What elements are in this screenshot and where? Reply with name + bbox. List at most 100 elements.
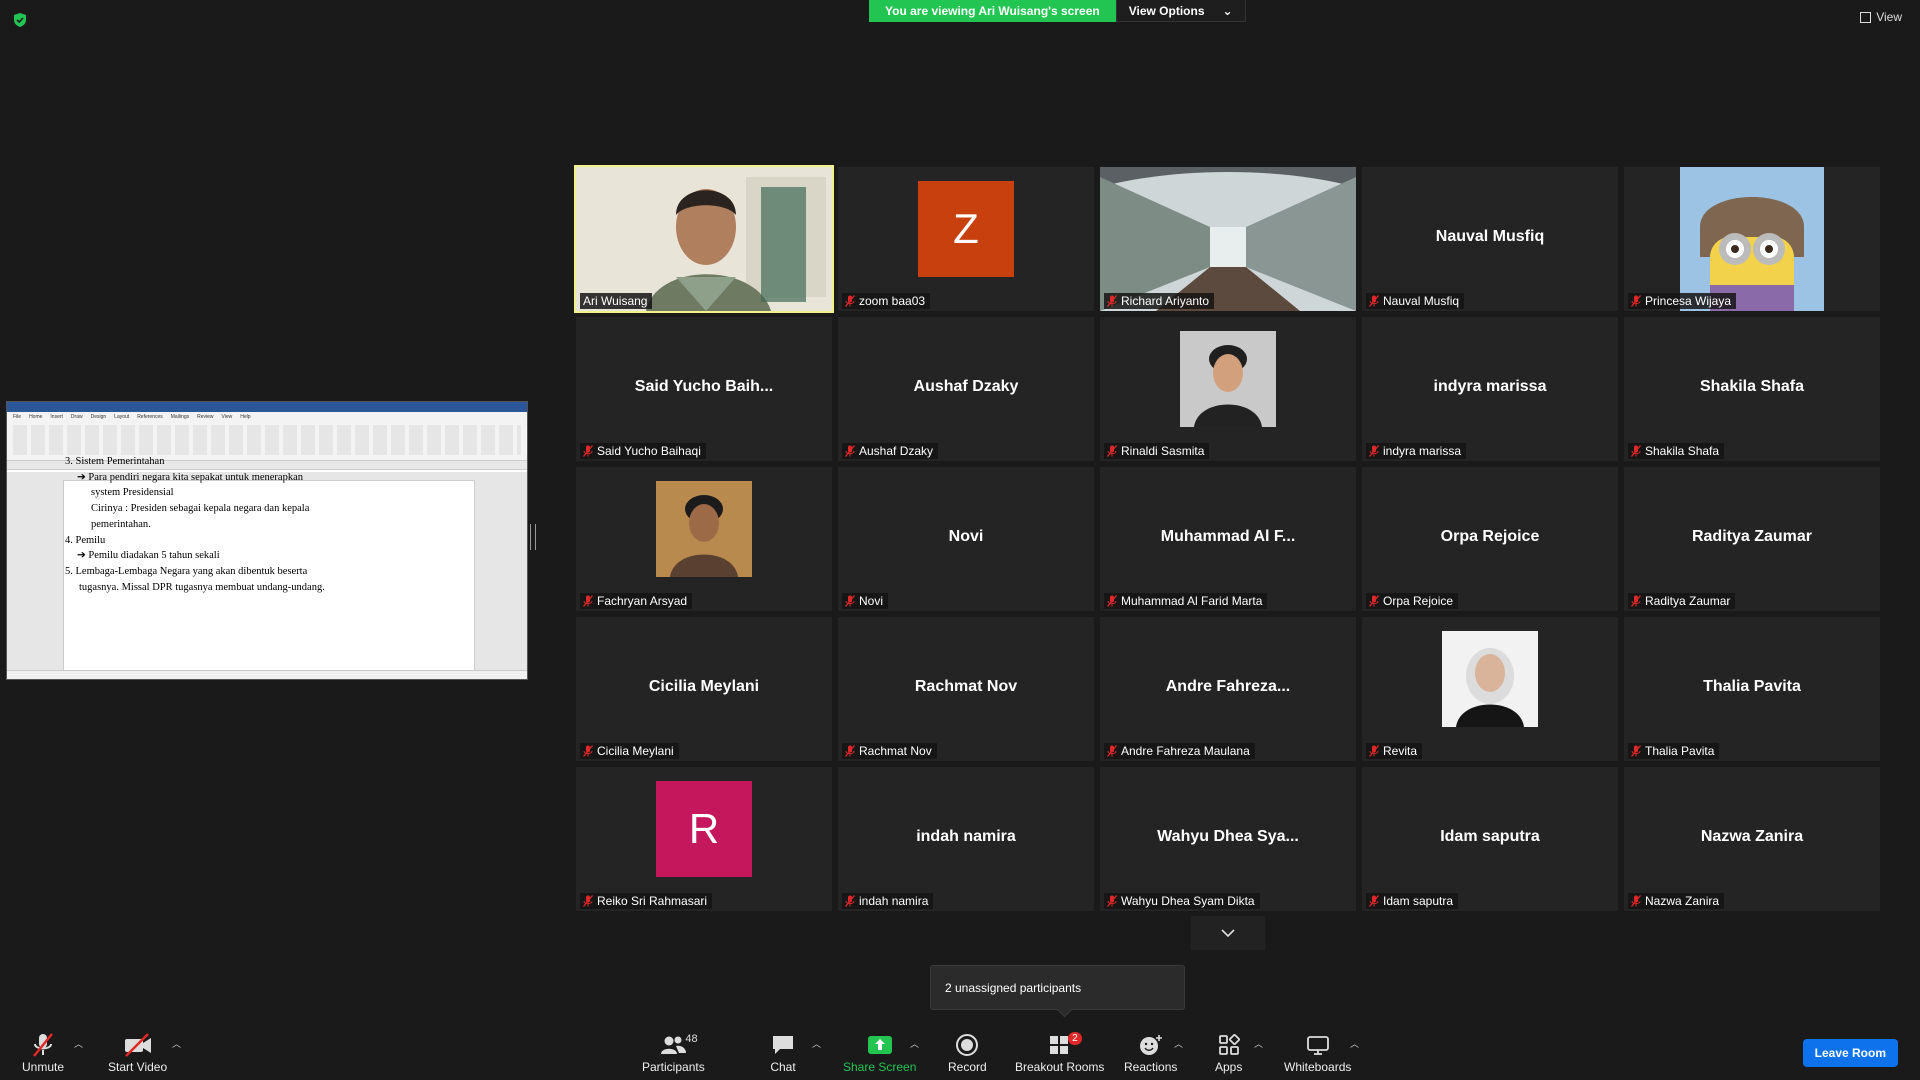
- screen-share-banner: You are viewing Ari Wuisang's screen Vie…: [869, 0, 1246, 22]
- ribbon-tools: [13, 425, 521, 455]
- muted-microphone-icon: [582, 445, 594, 457]
- participant-tile[interactable]: Wahyu Dhea Sya... Wahyu Dhea Syam Dikta: [1100, 767, 1356, 911]
- participant-name-label: Reiko Sri Rahmasari: [580, 893, 713, 909]
- chat-options-caret[interactable]: ︿: [812, 1037, 821, 1050]
- participant-tile[interactable]: indah namira indah namira: [838, 767, 1094, 911]
- view-label: View: [1876, 10, 1902, 24]
- participant-name-label: Said Yucho Baihaqi: [580, 443, 706, 459]
- participant-tile[interactable]: Rachmat Nov Rachmat Nov: [838, 617, 1094, 761]
- participant-tile[interactable]: indyra marissa indyra marissa: [1362, 317, 1618, 461]
- participant-display-name: Andre Fahreza...: [1165, 678, 1291, 696]
- participant-name-label: Shakila Shafa: [1628, 443, 1725, 459]
- participant-video: [576, 167, 832, 311]
- leave-room-button[interactable]: Leave Room: [1802, 1039, 1898, 1067]
- participant-name-label: Revita: [1366, 743, 1423, 759]
- participant-display-name: Thalia Pavita: [1703, 678, 1801, 696]
- participant-tile[interactable]: Shakila Shafa Shakila Shafa: [1624, 317, 1880, 461]
- participant-initial-avatar: R: [656, 781, 752, 877]
- breakout-rooms-badge: 2: [1068, 1032, 1082, 1045]
- apps-icon: [1217, 1030, 1241, 1060]
- participant-name-label: Cicilia Meylani: [580, 743, 679, 759]
- participant-name: Richard Ariyanto: [1121, 294, 1210, 308]
- share-screen-button[interactable]: Share Screen: [843, 1030, 916, 1074]
- participant-tile[interactable]: Revita: [1362, 617, 1618, 761]
- participant-name: Nauval Musfiq: [1383, 294, 1460, 308]
- whiteboards-options-caret[interactable]: ︿: [1350, 1037, 1359, 1050]
- participant-tile[interactable]: Richard Ariyanto: [1100, 167, 1356, 311]
- participant-name: Revita: [1383, 744, 1418, 758]
- participant-tile[interactable]: R Reiko Sri Rahmasari: [576, 767, 832, 911]
- share-screen-label: Share Screen: [843, 1060, 917, 1074]
- participant-display-name: indah namira: [916, 828, 1016, 846]
- participant-name-label: Richard Ariyanto: [1104, 293, 1215, 309]
- video-options-caret[interactable]: ︿: [172, 1037, 181, 1050]
- participant-name-label: Andre Fahreza Maulana: [1104, 743, 1255, 759]
- participant-tile[interactable]: Thalia Pavita Thalia Pavita: [1624, 617, 1880, 761]
- participant-tile[interactable]: Nazwa Zanira Nazwa Zanira: [1624, 767, 1880, 911]
- muted-microphone-icon: [1106, 295, 1118, 307]
- gallery-next-page-button[interactable]: [1191, 916, 1265, 950]
- reactions-button[interactable]: Reactions: [1124, 1030, 1177, 1074]
- audio-options-caret[interactable]: ︿: [74, 1037, 83, 1050]
- participant-name-label: Wahyu Dhea Syam Dikta: [1104, 893, 1260, 909]
- unmute-button[interactable]: Unmute: [22, 1030, 64, 1074]
- chevron-down-icon: ⌄: [1222, 4, 1233, 18]
- reactions-options-caret[interactable]: ︿: [1174, 1037, 1183, 1050]
- participant-tile[interactable]: Orpa Rejoice Orpa Rejoice: [1362, 467, 1618, 611]
- encryption-shield-icon[interactable]: [12, 12, 28, 28]
- participant-name: Cicilia Meylani: [597, 744, 674, 758]
- participant-name-label: Raditya Zaumar: [1628, 593, 1736, 609]
- participant-name-label: Muhammad Al Farid Marta: [1104, 593, 1268, 609]
- participant-tile[interactable]: Said Yucho Baih... Said Yucho Baihaqi: [576, 317, 832, 461]
- participant-name-label: Rinaldi Sasmita: [1104, 443, 1210, 459]
- participant-tile[interactable]: Fachryan Arsyad: [576, 467, 832, 611]
- participant-name-label: Aushaf Dzaky: [842, 443, 939, 459]
- participants-button[interactable]: 48 Participants: [642, 1030, 705, 1074]
- participant-tile[interactable]: Rinaldi Sasmita: [1100, 317, 1356, 461]
- participant-display-name: Nazwa Zanira: [1700, 828, 1804, 846]
- muted-microphone-icon: [1106, 445, 1118, 457]
- participant-tile[interactable]: Raditya Zaumar Raditya Zaumar: [1624, 467, 1880, 611]
- participant-display-name: Orpa Rejoice: [1440, 528, 1540, 546]
- apps-button[interactable]: Apps: [1215, 1030, 1242, 1074]
- participant-display-name: Rachmat Nov: [914, 678, 1018, 696]
- participant-tile[interactable]: Princesa Wijaya: [1624, 167, 1880, 311]
- participant-display-name: Cicilia Meylani: [648, 678, 760, 696]
- participant-name-label: Thalia Pavita: [1628, 743, 1720, 759]
- participant-name: Ari Wuisang: [583, 294, 648, 308]
- muted-microphone-icon: [1106, 745, 1118, 757]
- record-button[interactable]: Record: [948, 1030, 987, 1074]
- view-options-button[interactable]: View Options ⌄: [1115, 0, 1246, 22]
- start-video-button[interactable]: Start Video: [108, 1030, 167, 1074]
- participant-tile[interactable]: Cicilia Meylani Cicilia Meylani: [576, 617, 832, 761]
- participant-name-label: Nazwa Zanira: [1628, 893, 1725, 909]
- participant-display-name: Aushaf Dzaky: [913, 378, 1019, 396]
- ribbon-tab: Review: [197, 414, 214, 420]
- apps-options-caret[interactable]: ︿: [1254, 1037, 1263, 1050]
- muted-microphone-icon: [1630, 445, 1642, 457]
- ribbon-tab: Mailings: [170, 414, 190, 420]
- participant-tile[interactable]: Idam saputra Idam saputra: [1362, 767, 1618, 911]
- participant-name-label: Rachmat Nov: [842, 743, 937, 759]
- participant-name-label: Ari Wuisang: [580, 293, 653, 309]
- whiteboards-button[interactable]: Whiteboards: [1284, 1030, 1351, 1074]
- split-resize-handle[interactable]: [530, 524, 536, 550]
- chat-button[interactable]: Chat: [770, 1030, 796, 1074]
- muted-microphone-icon: [1630, 595, 1642, 607]
- ribbon-tabs: File Home Insert Draw Design Layout References…: [13, 414, 251, 420]
- participant-tile[interactable]: Zzoom baa03: [838, 167, 1094, 311]
- participant-tile[interactable]: Nauval Musfiq Nauval Musfiq: [1362, 167, 1618, 311]
- participant-tile[interactable]: Aushaf Dzaky Aushaf Dzaky: [838, 317, 1094, 461]
- participant-name: Novi: [859, 594, 884, 608]
- participant-tile[interactable]: Andre Fahreza... Andre Fahreza Maulana: [1100, 617, 1356, 761]
- participant-tile[interactable]: Muhammad Al F... Muhammad Al Farid Marta: [1100, 467, 1356, 611]
- participant-tile[interactable]: Ari Wuisang: [574, 165, 834, 313]
- participant-tile[interactable]: Novi Novi: [838, 467, 1094, 611]
- breakout-rooms-button[interactable]: 2 Breakout Rooms: [1015, 1030, 1104, 1074]
- document-line: 5. Lembaga-Lembaga Negara yang akan dibe…: [65, 565, 308, 577]
- view-options-label: View Options: [1128, 4, 1205, 18]
- microphone-muted-icon: [29, 1030, 57, 1060]
- share-options-caret[interactable]: ︿: [910, 1037, 919, 1050]
- view-button[interactable]: View: [1860, 10, 1902, 24]
- shared-screen-thumbnail[interactable]: File Home Insert Draw Design Layout References…: [6, 401, 528, 680]
